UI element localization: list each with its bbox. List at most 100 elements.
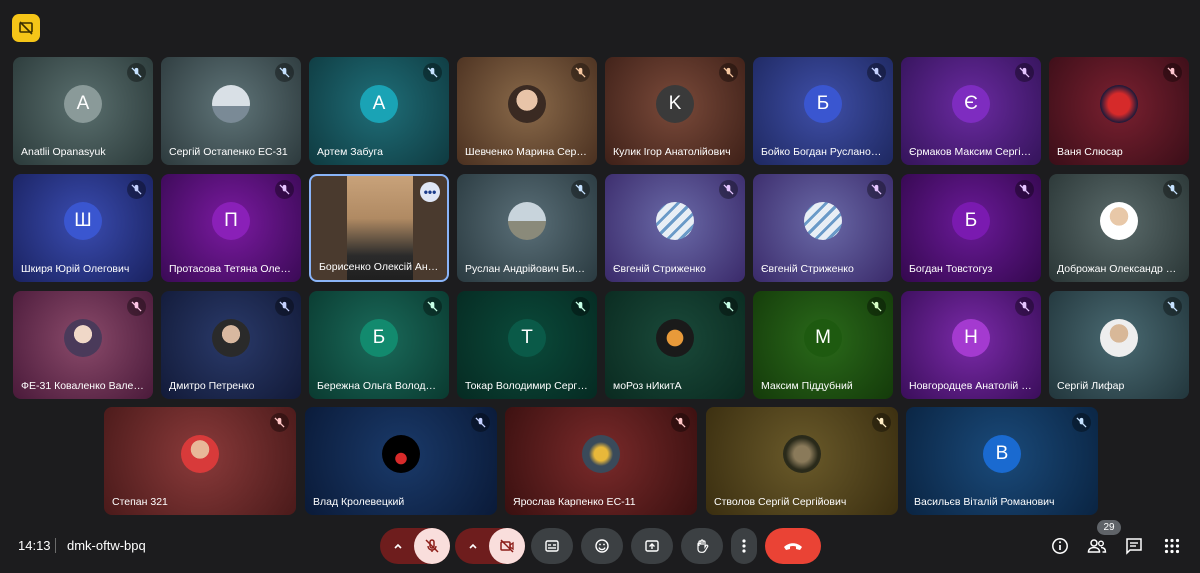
reactions-button[interactable] (581, 528, 623, 564)
participant-tile[interactable]: Б Бережна Ольга Володимирівна (309, 291, 449, 399)
meeting-code: dmk-oftw-bpq (67, 538, 146, 553)
avatar (212, 319, 250, 357)
participant-name: Стволов Сергій Сергійович (714, 496, 847, 508)
screen-off-icon (19, 21, 33, 35)
mic-off-icon (1072, 413, 1091, 432)
participant-tile[interactable]: Є Єрмаков Максим Сергійович (901, 57, 1041, 165)
meeting-time: 14:13 (18, 538, 51, 553)
participant-tile[interactable]: Б Богдан Товстогуз (901, 174, 1041, 282)
present-screen-button[interactable] (631, 528, 673, 564)
participant-tile[interactable]: Сергій Остапенко ЕС-31 (161, 57, 301, 165)
participant-name: Влад Кролевецкий (313, 496, 405, 508)
avatar: A (360, 85, 398, 123)
avatar: П (212, 202, 250, 240)
participant-tile[interactable]: K Кулик Ігор Анатолійович (605, 57, 745, 165)
participant-tile[interactable]: П Протасова Тетяна Олегівна (161, 174, 301, 282)
more-options-icon[interactable]: ••• (420, 182, 440, 202)
avatar: Б (360, 319, 398, 357)
participant-name: Anatlii Opanasyuk (21, 146, 106, 158)
mic-off-icon (425, 539, 439, 553)
participant-tile[interactable]: Євгеній Стриженко (753, 174, 893, 282)
participant-tile[interactable]: H Новгородцев Анатолій Олегович (901, 291, 1041, 399)
participant-tile[interactable]: Євгеній Стриженко (605, 174, 745, 282)
avatar (656, 202, 694, 240)
participant-name: Степан 321 (112, 496, 168, 508)
mic-off-icon (872, 413, 891, 432)
leave-call-button[interactable] (765, 528, 821, 564)
participant-tile[interactable]: Ваня Слюсар (1049, 57, 1189, 165)
avatar (582, 435, 620, 473)
mic-off-icon (571, 180, 590, 199)
mic-off-icon (719, 297, 738, 316)
mic-off-icon (1015, 180, 1034, 199)
mic-off-icon (1163, 297, 1182, 316)
hand-icon (697, 539, 709, 553)
participant-tile[interactable]: A Артем Забуга (309, 57, 449, 165)
avatar: K (656, 85, 694, 123)
participant-tile[interactable]: Стволов Сергій Сергійович (706, 407, 898, 515)
participant-name: Артем Забуга (317, 146, 383, 158)
participant-tile-active-speaker[interactable]: ••• Борисенко Олексій Анатолійович (309, 174, 449, 282)
chat-icon (1126, 538, 1142, 555)
avatar: Б (952, 202, 990, 240)
participant-tile[interactable]: Б Бойко Богдан Русланович (753, 57, 893, 165)
participant-name: Богдан Товстогуз (909, 263, 993, 275)
mic-off-icon (127, 180, 146, 199)
participant-tile[interactable]: A Anatlii Opanasyuk (13, 57, 153, 165)
avatar: Ш (64, 202, 102, 240)
participant-name: Євгеній Стриженко (761, 263, 854, 275)
mic-off-icon (867, 180, 886, 199)
participant-name: Новгородцев Анатолій Олегович (909, 380, 1033, 392)
participant-name: Шевченко Марина Сергіївна (465, 146, 589, 158)
participant-name: ФЕ-31 Коваленко Валентина (21, 380, 145, 392)
chat-button[interactable] (1121, 533, 1147, 559)
meeting-info-button[interactable] (1047, 533, 1073, 559)
chevron-up-icon[interactable] (388, 528, 408, 564)
present-icon (645, 540, 659, 552)
avatar (1100, 85, 1138, 123)
participant-name: Руслан Андрійович Бичков (465, 263, 589, 275)
participant-name: Шкиря Юрій Олегович (21, 263, 130, 275)
participant-tile[interactable]: Ш Шкиря Юрій Олегович (13, 174, 153, 282)
participant-tile[interactable]: Сергій Лифар (1049, 291, 1189, 399)
emoji-icon (595, 539, 609, 553)
participant-tile[interactable]: Дмитро Петренко (161, 291, 301, 399)
activities-button[interactable] (1159, 533, 1185, 559)
mic-off-icon (270, 413, 289, 432)
mic-off-icon (571, 297, 590, 316)
raise-hand-button[interactable] (681, 528, 723, 564)
participant-tile[interactable]: ФЕ-31 Коваленко Валентина (13, 291, 153, 399)
apps-grid-icon (1164, 538, 1180, 554)
camera-control (455, 528, 525, 564)
participant-name: Дмитро Петренко (169, 380, 255, 392)
avatar: Б (804, 85, 842, 123)
people-button[interactable] (1084, 533, 1110, 559)
participant-name: Ваня Слюсар (1057, 146, 1123, 158)
participant-tile[interactable]: Степан 321 (104, 407, 296, 515)
microphone-toggle-button[interactable] (414, 528, 450, 564)
captions-button[interactable] (531, 528, 573, 564)
participant-tile[interactable]: Доброжан Олександр Миколайович (1049, 174, 1189, 282)
participant-name: Єрмаков Максим Сергійович (909, 146, 1033, 158)
camera-toggle-button[interactable] (489, 528, 525, 564)
participant-count-badge: 29 (1097, 520, 1121, 535)
participant-name: Борисенко Олексій Анатолійович (319, 261, 439, 273)
avatar: Є (952, 85, 990, 123)
participant-tile[interactable]: M Максим Піддубний (753, 291, 893, 399)
more-options-button[interactable] (731, 528, 757, 564)
mic-off-icon (867, 297, 886, 316)
participant-tile[interactable]: B Васильєв Віталій Романович (906, 407, 1098, 515)
participant-tile[interactable]: Влад Кролевецкий (305, 407, 497, 515)
participant-tile[interactable]: моРоз нИкитА (605, 291, 745, 399)
participant-tile[interactable]: Шевченко Марина Сергіївна (457, 57, 597, 165)
host-controls-badge[interactable] (12, 14, 40, 42)
mic-off-icon (719, 180, 738, 199)
chevron-up-icon[interactable] (463, 528, 483, 564)
more-vert-icon (742, 539, 746, 553)
participant-tile[interactable]: T Токар Володимир Сергійович (457, 291, 597, 399)
participant-name: Бережна Ольга Володимирівна (317, 380, 441, 392)
participant-tile[interactable]: Ярослав Карпенко ЕС-11 (505, 407, 697, 515)
mic-off-icon (275, 297, 294, 316)
participant-tile[interactable]: Руслан Андрійович Бичков (457, 174, 597, 282)
avatar (181, 435, 219, 473)
